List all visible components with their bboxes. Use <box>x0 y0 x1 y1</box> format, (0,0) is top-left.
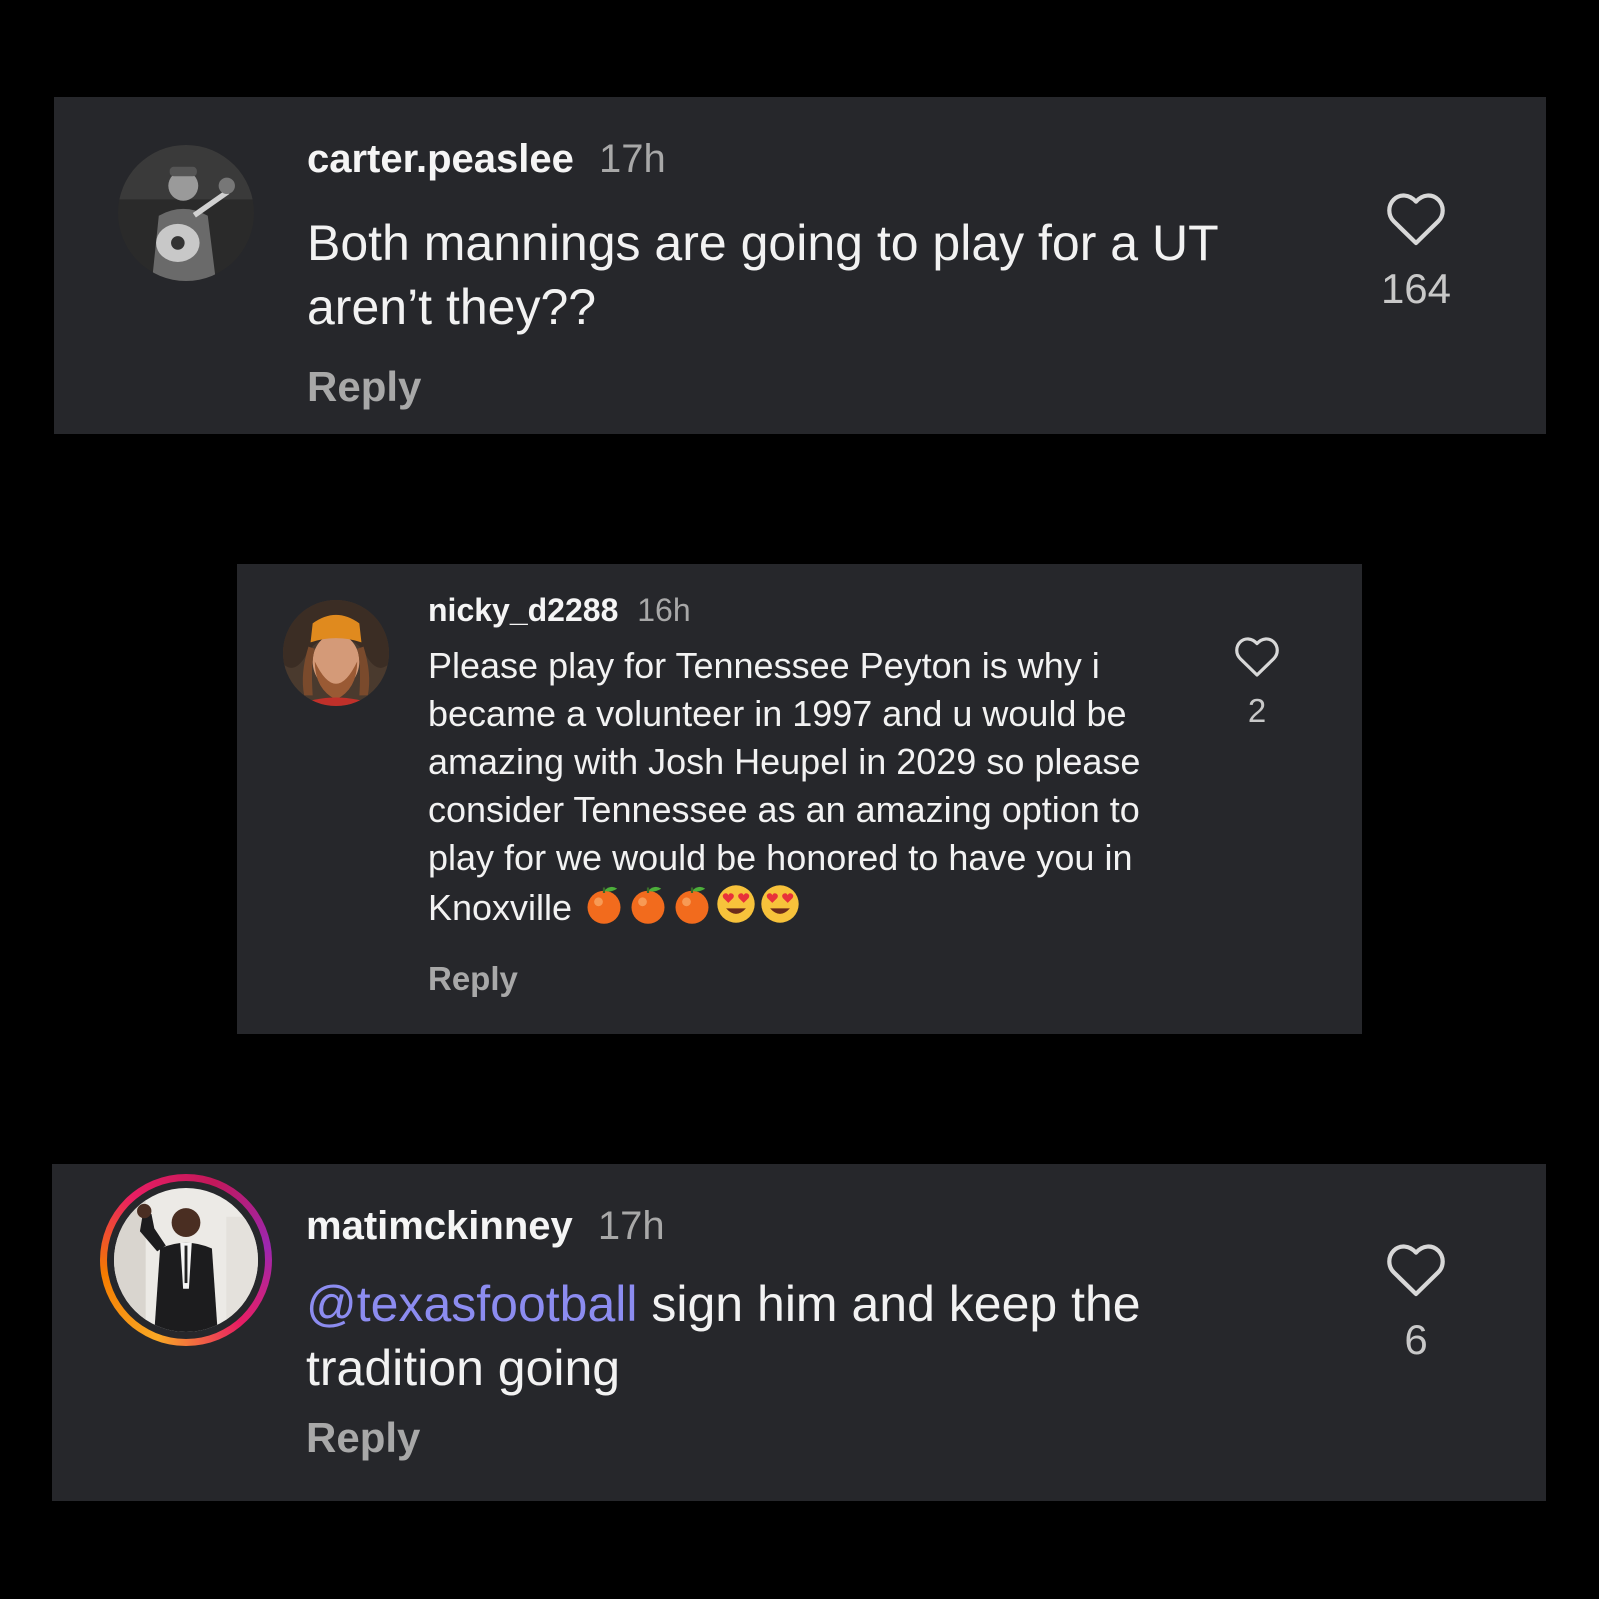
username[interactable]: carter.peaslee <box>307 137 574 181</box>
avatar[interactable] <box>118 145 254 281</box>
like-count: 6 <box>1404 1316 1428 1363</box>
tangerine-emoji <box>631 886 665 924</box>
tangerine-emoji <box>587 886 621 924</box>
heart-eyes-emoji <box>761 885 799 923</box>
comment-card: nicky_d2288 16h Please play for Tennesse… <box>237 564 1362 1034</box>
avatar[interactable] <box>283 600 389 706</box>
man-in-suit-photo <box>114 1188 258 1332</box>
guitar-player-photo <box>118 145 254 281</box>
emoji-row <box>582 885 802 928</box>
comment-text: Both mannings are going to play for a UT… <box>307 215 1218 335</box>
heart-icon[interactable] <box>1233 634 1281 678</box>
comment-header: carter.peaslee 17h <box>307 137 666 182</box>
avatar <box>114 1188 258 1332</box>
comment-header: matimckinney 17h <box>306 1204 665 1249</box>
like-area: 2 <box>1217 634 1297 730</box>
heart-eyes-emoji <box>717 885 755 923</box>
reply-button[interactable]: Reply <box>307 363 421 411</box>
like-count: 2 <box>1247 692 1267 729</box>
mention-link[interactable]: @texasfootball <box>306 1276 638 1332</box>
reply-button[interactable]: Reply <box>428 960 518 998</box>
comment-card: matimckinney 17h @texasfootball sign him… <box>52 1164 1546 1501</box>
like-area: 164 <box>1366 189 1466 313</box>
tangerine-emoji <box>675 886 709 924</box>
reply-button[interactable]: Reply <box>306 1414 420 1462</box>
like-count: 164 <box>1380 265 1452 312</box>
comment-header: nicky_d2288 16h <box>428 592 691 629</box>
timestamp: 16h <box>637 592 691 628</box>
username[interactable]: nicky_d2288 <box>428 592 618 628</box>
timestamp: 17h <box>599 137 666 181</box>
username[interactable]: matimckinney <box>306 1204 573 1248</box>
like-area: 6 <box>1366 1240 1466 1364</box>
comment-card: carter.peaslee 17h Both mannings are goi… <box>54 97 1546 434</box>
bearded-man-orange-beanie-photo <box>283 600 389 706</box>
comment-text: Please play for Tennessee Peyton is why … <box>428 642 1198 932</box>
heart-icon[interactable] <box>1383 1240 1449 1298</box>
heart-icon[interactable] <box>1383 189 1449 247</box>
story-ring[interactable] <box>100 1174 272 1346</box>
comment-text: @texasfootball sign him and keep the tra… <box>306 1272 1296 1400</box>
timestamp: 17h <box>597 1204 665 1248</box>
